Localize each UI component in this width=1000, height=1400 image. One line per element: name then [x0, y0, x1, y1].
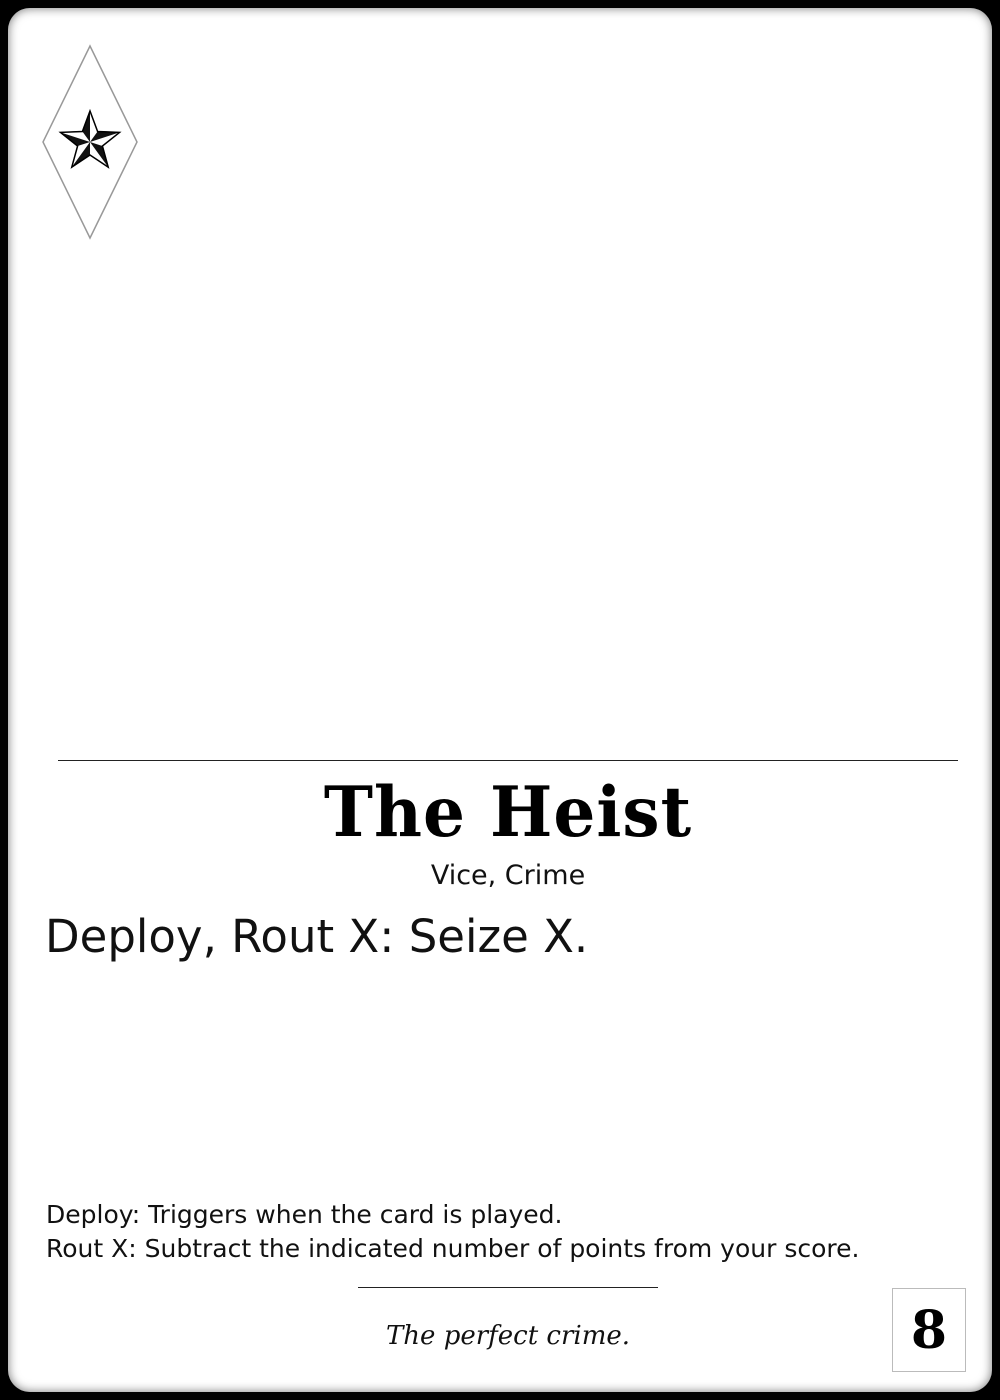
glossary-line-deploy: Deploy: Triggers when the card is played…: [46, 1200, 563, 1229]
glossary-line-rout: Rout X: Subtract the indicated number of…: [46, 1234, 860, 1263]
cost-badge: 8: [892, 1288, 966, 1372]
flavor-text: The perfect crime.: [385, 1321, 631, 1351]
keyword-glossary: Deploy: Triggers when the card is played…: [46, 1198, 946, 1266]
card-face: The Heist Vice, Crime Deploy, Rout X: Se…: [8, 8, 992, 1392]
card-ability: Deploy, Rout X: Seize X.: [45, 910, 589, 963]
title-divider: [58, 760, 958, 761]
cost-value: 8: [910, 1299, 948, 1361]
flavor-divider: [358, 1287, 658, 1288]
card-title: The Heist: [323, 771, 693, 853]
card-types: Vice, Crime: [430, 860, 586, 891]
card: The Heist Vice, Crime Deploy, Rout X: Se…: [0, 0, 1000, 1400]
star-icon: [42, 44, 138, 240]
